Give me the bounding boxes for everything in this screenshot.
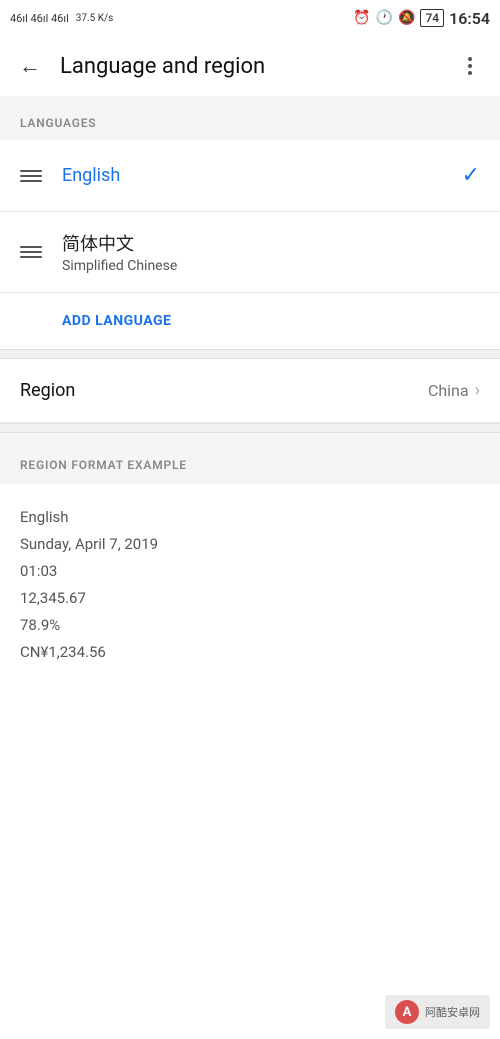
back-button[interactable]: ← <box>10 46 50 86</box>
drag-handle-chinese[interactable] <box>20 246 42 258</box>
battery-icon: 74 <box>420 9 444 27</box>
section-divider-2 <box>0 423 500 433</box>
format-currency: CN¥1,234.56 <box>20 639 480 666</box>
format-date: Sunday, April 7, 2019 <box>20 531 480 558</box>
region-format-section: REGION FORMAT EXAMPLE <box>0 433 500 484</box>
language-name-chinese-secondary: Simplified Chinese <box>62 258 480 274</box>
alarm-icon: ⏰ <box>353 10 370 26</box>
drag-handle-english[interactable] <box>20 170 42 182</box>
handle-line-3 <box>20 256 42 258</box>
watermark: A 阿酷安卓网 <box>385 995 490 1029</box>
section-divider <box>0 349 500 359</box>
region-row[interactable]: Region China › <box>0 359 500 423</box>
status-bar: 46ıl 46ıl 46ıl 37.5 K/s ⏰ 🕐 🔕 74 16:54 <box>0 0 500 36</box>
language-name-english: English <box>62 165 462 186</box>
language-name-chinese-primary: 简体中文 <box>62 230 480 256</box>
handle-line-2 <box>20 175 42 177</box>
network-speed: 37.5 K/s <box>76 13 114 24</box>
more-dot-3 <box>468 71 472 75</box>
languages-section-header: LANGUAGES <box>0 96 500 140</box>
time-display: 16:54 <box>449 9 490 28</box>
handle-line-1 <box>20 170 42 172</box>
handle-line-1 <box>20 246 42 248</box>
add-language-button[interactable]: ADD LANGUAGE <box>0 293 500 349</box>
format-number: 12,345.67 <box>20 585 480 612</box>
chevron-right-icon: › <box>475 380 480 401</box>
language-item-english[interactable]: English ✓ <box>0 140 500 212</box>
region-format-header: REGION FORMAT EXAMPLE <box>0 438 500 484</box>
more-dot-1 <box>468 57 472 61</box>
status-right: ⏰ 🕐 🔕 74 16:54 <box>353 9 490 28</box>
format-locale: English <box>20 504 480 531</box>
format-percent: 78.9% <box>20 612 480 639</box>
more-dot-2 <box>468 64 472 68</box>
handle-line-2 <box>20 251 42 253</box>
bell-icon: 🔕 <box>398 10 415 26</box>
region-value: China <box>428 381 469 400</box>
handle-line-3 <box>20 180 42 182</box>
back-icon: ← <box>19 53 41 79</box>
watermark-text: 阿酷安卓网 <box>425 1004 480 1020</box>
watermark-icon: A <box>395 1000 419 1024</box>
region-label: Region <box>20 380 428 401</box>
status-left: 46ıl 46ıl 46ıl 37.5 K/s <box>10 12 113 25</box>
language-list: English ✓ 简体中文 Simplified Chinese ADD LA… <box>0 140 500 349</box>
signal-text: 46ıl 46ıl 46ıl <box>10 12 69 25</box>
page-title: Language and region <box>50 54 450 79</box>
language-info-english: English <box>62 165 462 186</box>
language-item-chinese[interactable]: 简体中文 Simplified Chinese <box>0 212 500 293</box>
more-options-button[interactable] <box>450 46 490 86</box>
languages-section: LANGUAGES <box>0 96 500 140</box>
region-format-content: English Sunday, April 7, 2019 01:03 12,3… <box>0 484 500 696</box>
app-bar: ← Language and region <box>0 36 500 96</box>
selected-checkmark-icon: ✓ <box>462 163 480 188</box>
format-time: 01:03 <box>20 558 480 585</box>
add-language-label: ADD LANGUAGE <box>62 313 171 329</box>
language-info-chinese: 简体中文 Simplified Chinese <box>62 230 480 274</box>
clock-icon: 🕐 <box>376 10 393 26</box>
